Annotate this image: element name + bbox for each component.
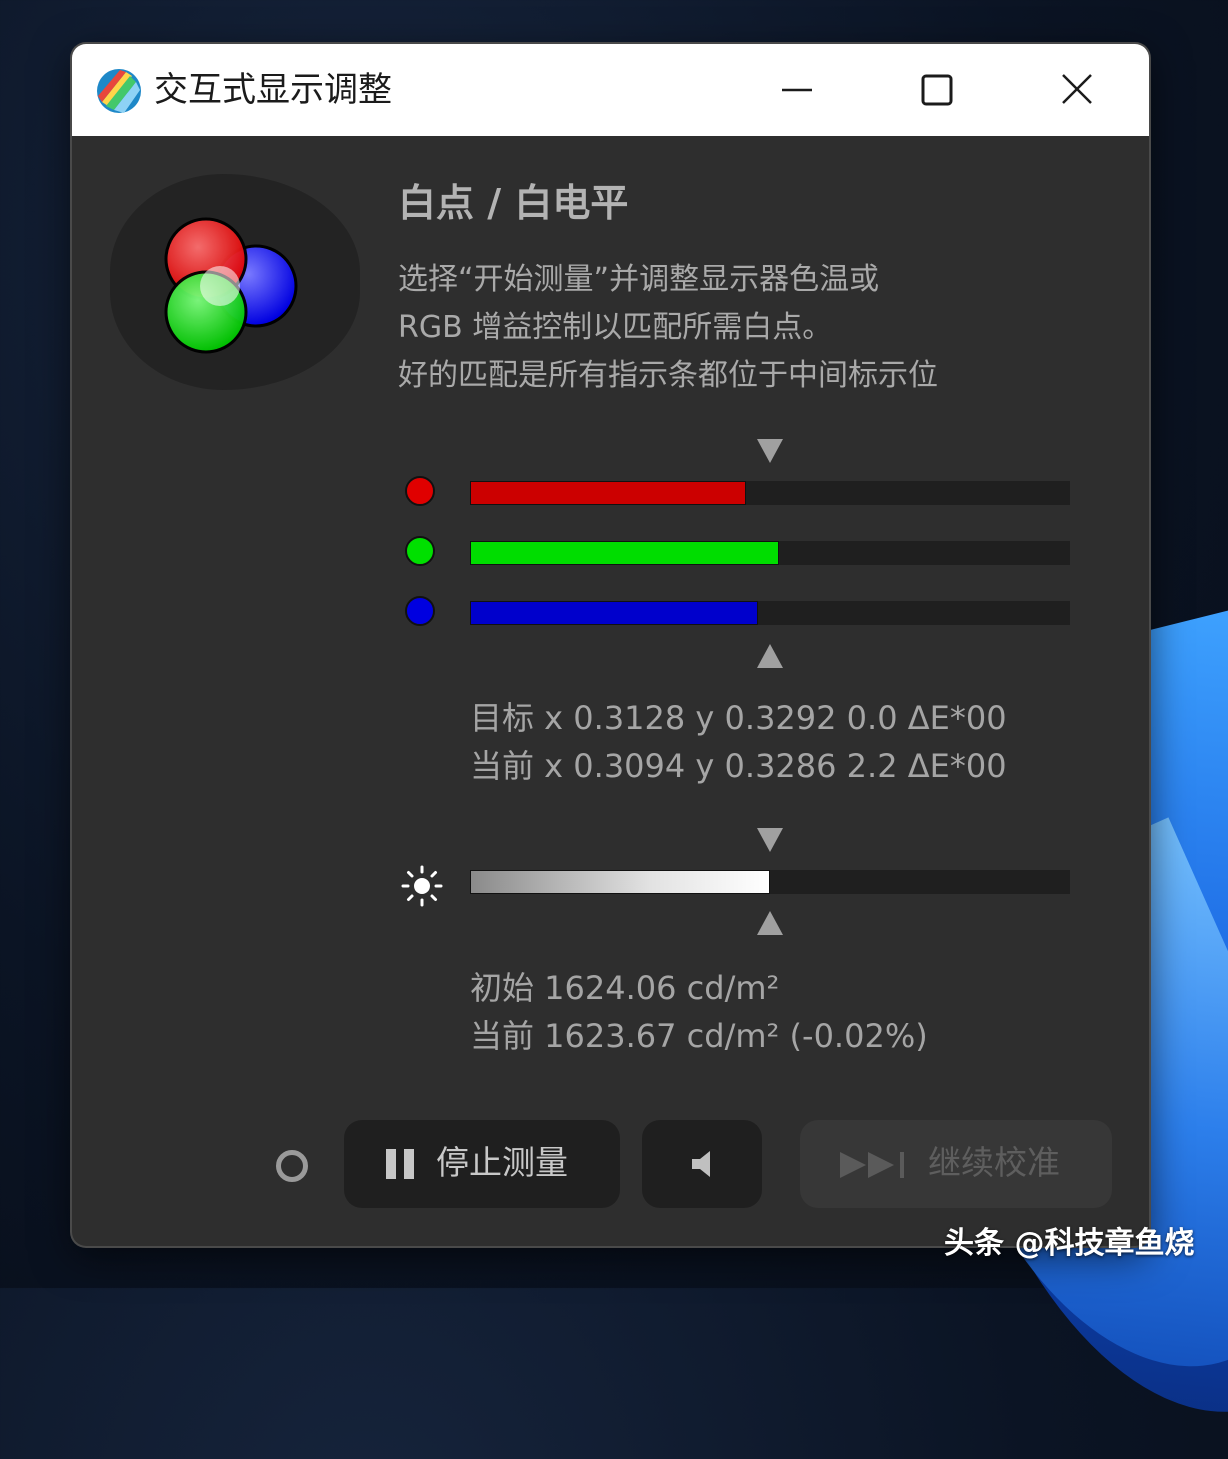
continue-calibration-label: 继续校准	[928, 1143, 1060, 1182]
green-gain-bar	[470, 541, 1070, 565]
status-ring-icon	[276, 1150, 308, 1182]
minimize-icon[interactable]	[762, 62, 832, 118]
instructions-line: 选择“开始测量”并调整显示器色温或	[398, 262, 880, 297]
center-marker-bottom-icon	[757, 644, 783, 668]
red-channel-dot	[405, 476, 435, 506]
watermark: 头条 @科技章鱼烧	[944, 1226, 1195, 1261]
luminance-bar	[470, 870, 1070, 894]
brightness-sun-icon	[401, 865, 443, 907]
luminance-bar-fill	[470, 870, 770, 894]
section-heading: 白点 / 白电平	[398, 181, 629, 225]
red-gain-bar-fill	[470, 481, 746, 505]
stop-measurement-button[interactable]: 停止测量	[344, 1120, 620, 1208]
interactive-display-adjustment-window: 交互式显示调整 白点 / 白电平 选择“开始测量”并调整显示器色温或 RGB 增…	[72, 44, 1149, 1246]
app-logo-icon	[97, 69, 141, 113]
window-title: 交互式显示调整	[154, 70, 392, 110]
rgb-circles-icon	[164, 217, 298, 354]
blue-gain-bar-fill	[470, 601, 758, 625]
close-icon[interactable]	[1042, 62, 1112, 118]
center-marker-top-icon	[757, 439, 783, 463]
luminance-marker-top-icon	[757, 828, 783, 852]
target-chromaticity: 目标 x 0.3128 y 0.3292 0.0 ΔE*00	[470, 699, 1007, 737]
pause-icon	[386, 1149, 414, 1179]
blue-gain-bar	[470, 601, 1070, 625]
red-gain-bar	[470, 481, 1070, 505]
green-gain-bar-fill	[470, 541, 779, 565]
current-chromaticity: 当前 x 0.3094 y 0.3286 2.2 ΔE*00	[470, 747, 1007, 785]
initial-luminance: 初始 1624.06 cd/m²	[470, 969, 780, 1007]
luminance-marker-bottom-icon	[757, 911, 783, 935]
green-channel-dot	[405, 536, 435, 566]
maximize-icon[interactable]	[902, 62, 972, 118]
instructions-text: 选择“开始测量”并调整显示器色温或 RGB 增益控制以匹配所需白点。 好的匹配是…	[398, 256, 1118, 400]
title-bar: 交互式显示调整	[72, 44, 1149, 136]
instructions-line: 好的匹配是所有指示条都位于中间标示位	[398, 358, 938, 393]
sound-toggle-button[interactable]	[642, 1120, 762, 1208]
stop-measurement-label: 停止测量	[436, 1143, 568, 1182]
continue-calibration-button[interactable]: 继续校准	[800, 1120, 1112, 1208]
current-luminance: 当前 1623.67 cd/m² (-0.02%)	[470, 1017, 928, 1055]
skip-forward-icon	[840, 1152, 904, 1178]
blue-channel-dot	[405, 596, 435, 626]
speaker-icon	[692, 1151, 710, 1177]
instructions-line: RGB 增益控制以匹配所需白点。	[398, 310, 833, 345]
